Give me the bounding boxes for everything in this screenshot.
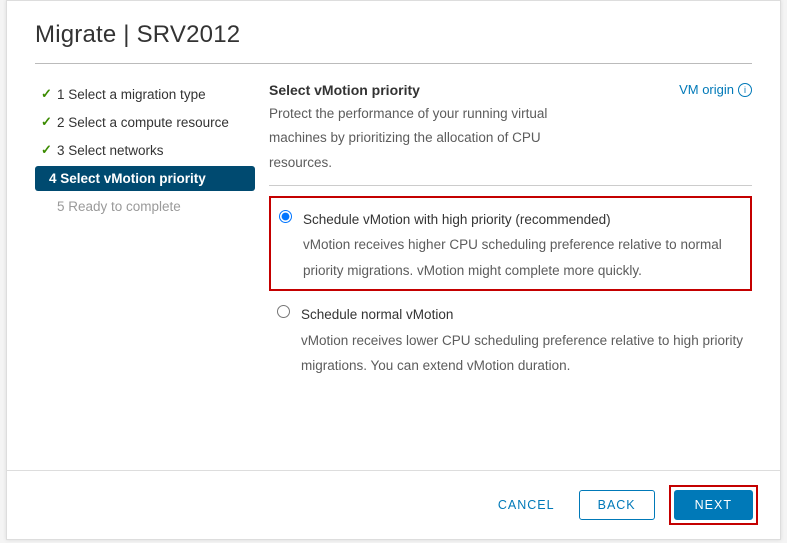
vm-origin-label: VM origin: [679, 82, 734, 97]
option-title: Schedule vMotion with high priority (rec…: [303, 208, 742, 232]
option-description: vMotion receives higher CPU scheduling p…: [303, 232, 742, 283]
step-label: 3 Select networks: [57, 143, 164, 158]
step-label: 1 Select a migration type: [57, 87, 206, 102]
info-icon: i: [738, 83, 752, 97]
migrate-dialog: Migrate | SRV2012 ✓ 1 Select a migration…: [6, 0, 781, 540]
vm-origin-link[interactable]: VM origin i: [679, 82, 752, 97]
step-1-migration-type[interactable]: ✓ 1 Select a migration type: [35, 82, 255, 106]
radio-wrap: [277, 303, 301, 323]
radio-wrap: [279, 208, 303, 228]
dialog-body: ✓ 1 Select a migration type ✓ 2 Select a…: [7, 64, 780, 470]
option-normal-block: Schedule normal vMotion vMotion receives…: [269, 299, 752, 387]
section-title: Select vMotion priority: [269, 82, 420, 98]
dialog-header: Migrate | SRV2012: [7, 1, 780, 59]
dialog-footer: CANCEL BACK NEXT: [7, 470, 780, 539]
step-label: 4 Select vMotion priority: [49, 171, 206, 186]
radio-high-priority[interactable]: [279, 210, 292, 223]
wizard-steps: ✓ 1 Select a migration type ✓ 2 Select a…: [35, 82, 255, 470]
check-icon: ✓: [41, 86, 57, 102]
step-2-compute-resource[interactable]: ✓ 2 Select a compute resource: [35, 110, 255, 134]
next-button[interactable]: NEXT: [674, 490, 753, 520]
step-4-vmotion-priority[interactable]: 4 Select vMotion priority: [35, 166, 255, 191]
option-title: Schedule normal vMotion: [301, 303, 744, 327]
back-button[interactable]: BACK: [579, 490, 655, 520]
option-high-priority-block: Schedule vMotion with high priority (rec…: [269, 196, 752, 292]
check-icon: ✓: [41, 142, 57, 158]
cancel-button[interactable]: CANCEL: [488, 490, 565, 520]
step-3-networks[interactable]: ✓ 3 Select networks: [35, 138, 255, 162]
check-icon: ✓: [41, 114, 57, 130]
step-label: 2 Select a compute resource: [57, 115, 229, 130]
step-label: 5 Ready to complete: [57, 199, 181, 214]
step-5-ready-complete: 5 Ready to complete: [35, 195, 255, 218]
option-description: vMotion receives lower CPU scheduling pr…: [301, 328, 744, 379]
radio-normal[interactable]: [277, 305, 290, 318]
dialog-title: Migrate | SRV2012: [35, 21, 752, 49]
main-panel: Select vMotion priority VM origin i Prot…: [255, 82, 752, 470]
main-header-row: Select vMotion priority VM origin i: [269, 82, 752, 98]
next-highlight: NEXT: [669, 485, 758, 525]
section-description: Protect the performance of your running …: [269, 102, 579, 175]
divider: [269, 185, 752, 186]
